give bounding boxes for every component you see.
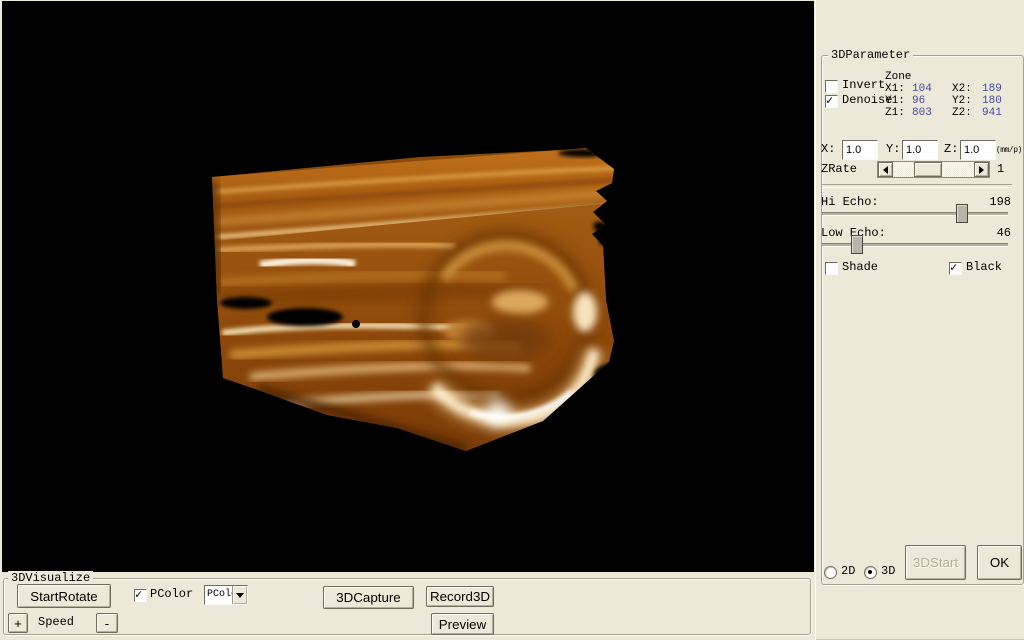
volume-render-image bbox=[2, 1, 814, 572]
y-scale-label: Y: bbox=[886, 143, 900, 156]
zrate-scroll-track[interactable] bbox=[891, 162, 976, 177]
speed-plus-button[interactable]: + bbox=[8, 613, 28, 633]
mode-3d-radio[interactable] bbox=[864, 566, 877, 579]
3dvisualize-groupbox: 3DVisualize StartRotate + Speed - PColor… bbox=[3, 578, 811, 635]
3dcapture-button[interactable]: 3DCapture bbox=[323, 586, 414, 609]
zone-y2-label: Y2: bbox=[952, 95, 982, 107]
x-scale-label: X: bbox=[821, 143, 835, 156]
zone-readout: Zone X1:104X2:189 Y1:96Y2:180 Z1:803Z2:9… bbox=[885, 71, 1022, 119]
zone-z1-value: 803 bbox=[912, 107, 952, 119]
zone-x1-label: X1: bbox=[885, 83, 912, 95]
zone-row-y: Y1:96Y2:180 bbox=[885, 95, 1022, 107]
speed-minus-button[interactable]: - bbox=[96, 613, 118, 633]
zone-y1-label: Y1: bbox=[885, 95, 912, 107]
parameter-panel: 3DParameter Invert Denoise Zone X1:104X2… bbox=[815, 0, 1024, 640]
zrate-label: ZRate bbox=[821, 163, 857, 176]
zone-y1-value: 96 bbox=[912, 95, 952, 107]
hi-echo-slider-thumb[interactable] bbox=[956, 204, 968, 223]
low-echo-slider-thumb[interactable] bbox=[851, 235, 863, 254]
visualize-panel: 3DVisualize StartRotate + Speed - PColor… bbox=[0, 572, 815, 640]
invert-checkbox[interactable] bbox=[825, 80, 838, 93]
ok-button[interactable]: OK bbox=[977, 545, 1022, 580]
mode-2d-radio[interactable] bbox=[824, 566, 837, 579]
3dparameter-group-title: 3DParameter bbox=[828, 48, 913, 62]
arrow-left-icon bbox=[883, 166, 888, 174]
zone-title: Zone bbox=[885, 71, 1022, 83]
volume-viewport[interactable] bbox=[2, 1, 814, 572]
invert-label: Invert bbox=[842, 79, 885, 92]
speed-label: Speed bbox=[38, 616, 74, 629]
zrate-scrollbar[interactable] bbox=[877, 161, 990, 178]
black-label: Black bbox=[966, 261, 1002, 274]
mode-2d-label: 2D bbox=[841, 565, 855, 578]
start-rotate-button[interactable]: StartRotate bbox=[17, 584, 111, 608]
zone-z2-value: 941 bbox=[982, 107, 1022, 119]
x-scale-input[interactable] bbox=[842, 140, 878, 160]
z-scale-label: Z: bbox=[944, 143, 958, 156]
shade-label: Shade bbox=[842, 261, 878, 274]
zone-y2-value: 180 bbox=[982, 95, 1022, 107]
pcolor-label: PColor bbox=[150, 588, 193, 601]
scale-unit-label: (mm/p) bbox=[996, 144, 1022, 157]
pcolor-checkbox[interactable] bbox=[134, 589, 147, 602]
z-scale-input[interactable] bbox=[960, 140, 996, 160]
zone-x2-value: 189 bbox=[982, 83, 1022, 95]
hi-echo-slider-track[interactable] bbox=[822, 212, 1008, 216]
chevron-down-icon bbox=[236, 593, 244, 598]
low-echo-slider[interactable] bbox=[822, 235, 1008, 252]
zrate-scroll-right-button[interactable] bbox=[974, 162, 989, 177]
zone-row-x: X1:104X2:189 bbox=[885, 83, 1022, 95]
zrate-value: 1 bbox=[997, 163, 1004, 176]
y-scale-input[interactable] bbox=[902, 140, 938, 160]
app-window: { "window": { "bg_color": "#ece9d8", "vi… bbox=[0, 0, 1024, 640]
zrate-scroll-thumb[interactable] bbox=[914, 162, 942, 177]
zone-row-z: Z1:803Z2:941 bbox=[885, 107, 1022, 119]
3dvisualize-group-title: 3DVisualize bbox=[8, 571, 93, 585]
record3d-button[interactable]: Record3D bbox=[426, 586, 494, 607]
hi-echo-slider[interactable] bbox=[822, 204, 1008, 221]
preview-button[interactable]: Preview bbox=[431, 613, 494, 635]
shade-checkbox[interactable] bbox=[825, 262, 838, 275]
arrow-right-icon bbox=[979, 166, 984, 174]
3dstart-button[interactable]: 3DStart bbox=[905, 545, 966, 580]
low-echo-slider-track[interactable] bbox=[822, 243, 1008, 247]
pcolor-dropdown[interactable]: PColor bbox=[204, 585, 248, 605]
separator bbox=[822, 184, 1012, 188]
pcolor-dropdown-button[interactable] bbox=[232, 586, 247, 604]
zone-x1-value: 104 bbox=[912, 83, 952, 95]
zone-z1-label: Z1: bbox=[885, 107, 912, 119]
mode-3d-label: 3D bbox=[881, 565, 895, 578]
denoise-checkbox[interactable] bbox=[825, 95, 838, 108]
zone-z2-label: Z2: bbox=[952, 107, 982, 119]
black-checkbox[interactable] bbox=[949, 262, 962, 275]
3dparameter-groupbox: 3DParameter Invert Denoise Zone X1:104X2… bbox=[821, 55, 1024, 585]
zone-x2-label: X2: bbox=[952, 83, 982, 95]
